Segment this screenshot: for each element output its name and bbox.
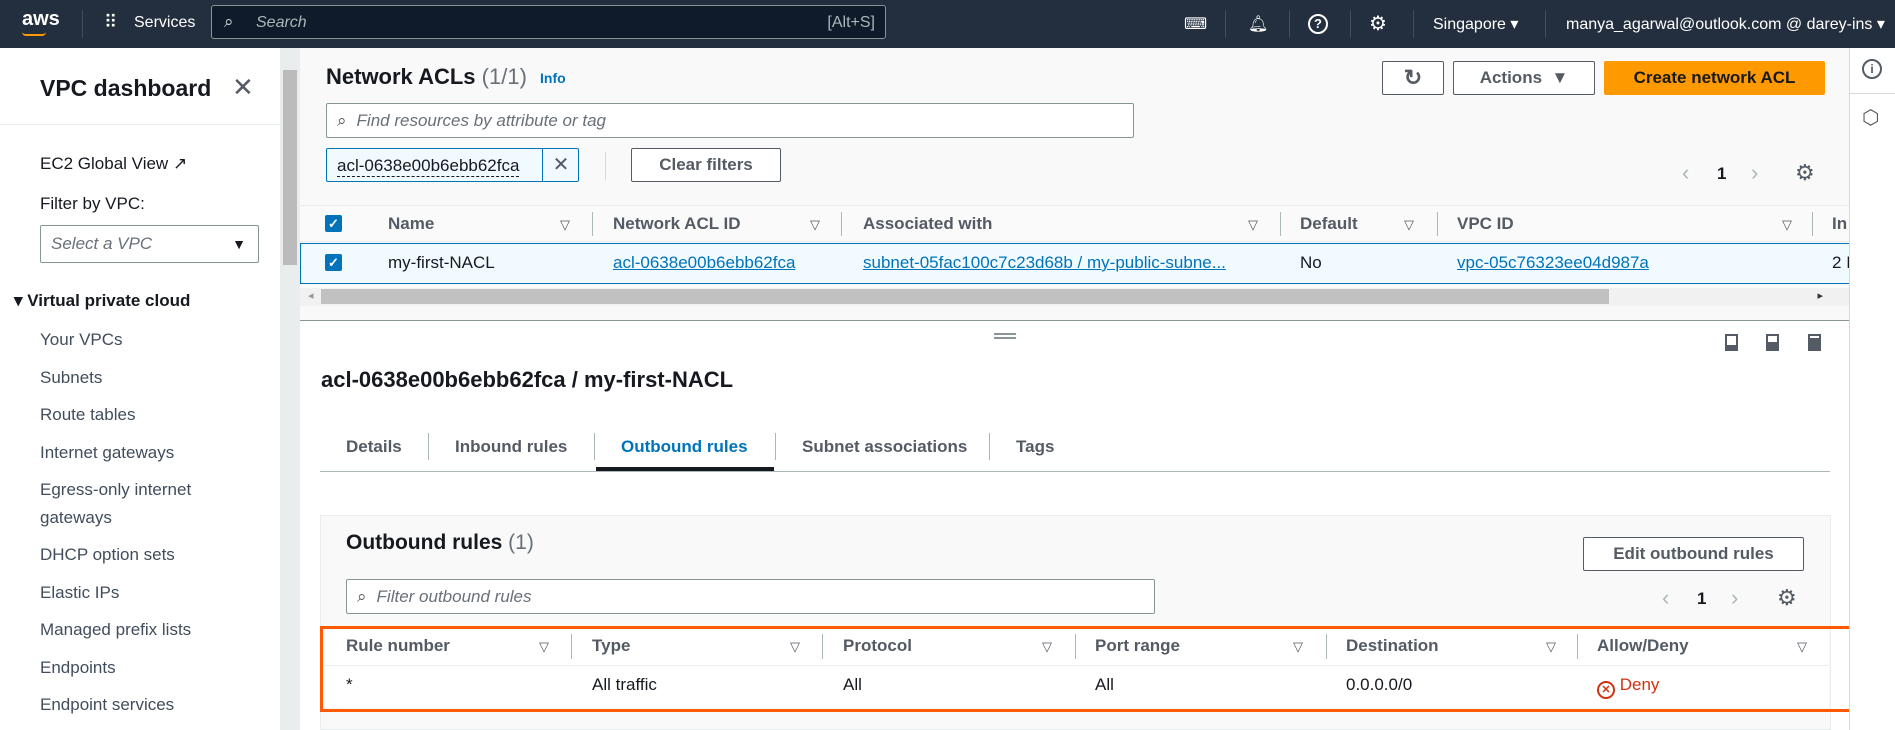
prev-page-icon[interactable]: ‹ xyxy=(1682,160,1689,186)
region-label: Singapore xyxy=(1433,16,1506,33)
col-name[interactable]: Name xyxy=(388,214,434,234)
sidebar-item-endpoints[interactable]: Endpoints xyxy=(40,658,116,678)
feedback-hexagon-icon[interactable]: ⬡ xyxy=(1862,105,1879,130)
sidebar-item-internet-gateways[interactable]: Internet gateways xyxy=(40,443,174,463)
col-inbound[interactable]: In xyxy=(1832,214,1849,234)
cell-associated-with[interactable]: subnet-05fac100c7c23d68b / my-public-sub… xyxy=(863,253,1226,273)
panel-side-icon[interactable] xyxy=(1766,334,1779,351)
row-checkbox[interactable]: ✓ xyxy=(325,254,342,271)
tab-outbound-rules[interactable]: Outbound rules xyxy=(621,437,748,457)
prev-page-icon[interactable]: ‹ xyxy=(1662,585,1669,611)
sidebar-item-endpoint-services[interactable]: Endpoint services xyxy=(40,695,174,715)
cell-name: my-first-NACL xyxy=(388,253,495,272)
drag-handle-icon[interactable] xyxy=(994,333,1016,339)
filter-by-vpc-label: Filter by VPC: xyxy=(40,194,145,213)
sidebar-item-egress-only[interactable]: Egress-only internet xyxy=(40,480,191,500)
create-network-acl-button[interactable]: Create network ACL xyxy=(1604,61,1825,95)
page-number[interactable]: 1 xyxy=(1717,164,1726,184)
outbound-rules-title: Outbound rules (1) xyxy=(346,531,534,554)
highlight-box xyxy=(320,626,1863,712)
vpc-select-placeholder: Select a VPC xyxy=(51,234,153,253)
sidebar-item-route-tables[interactable]: Route tables xyxy=(40,405,135,425)
right-rail: i ⬡ xyxy=(1849,48,1895,730)
cloudshell-icon[interactable]: ⌨ xyxy=(1184,14,1207,34)
aws-smile-icon xyxy=(22,32,46,36)
top-nav: aws ⠿ Services ⌕ Search [Alt+S] ⌨ 🔔︎ ? ⚙… xyxy=(0,0,1895,48)
aws-logo[interactable]: aws xyxy=(22,8,60,31)
col-vpc-id[interactable]: VPC ID xyxy=(1457,214,1514,234)
section-virtual-private-cloud[interactable]: ▾ Virtual private cloud xyxy=(14,291,190,311)
info-icon[interactable]: i xyxy=(1862,59,1882,79)
close-icon[interactable]: ✕ xyxy=(232,72,254,103)
detail-title: acl-0638e00b6ebb62fca / my-first-NACL xyxy=(321,367,734,392)
cell-default: No xyxy=(1300,253,1322,272)
cell-inbound: 2 I xyxy=(1832,253,1849,272)
resource-search-placeholder: Find resources by attribute or tag xyxy=(356,110,606,130)
sidebar-item-dhcp[interactable]: DHCP option sets xyxy=(40,545,175,565)
tab-details[interactable]: Details xyxy=(346,437,402,457)
vpc-select[interactable]: Select a VPC ▼ xyxy=(40,225,259,263)
sidebar: VPC dashboard ✕ EC2 Global View ↗ Filter… xyxy=(0,48,280,730)
bell-icon[interactable]: 🔔︎ xyxy=(1248,14,1268,34)
info-link[interactable]: Info xyxy=(540,70,566,86)
select-all-checkbox[interactable]: ✓ xyxy=(325,215,342,232)
tab-tags[interactable]: Tags xyxy=(1016,437,1054,457)
horizontal-scrollbar[interactable]: ◂ ▸ xyxy=(300,288,1849,306)
preferences-gear-icon[interactable]: ⚙ xyxy=(1795,160,1815,186)
ec2-global-view-link[interactable]: EC2 Global View ↗ xyxy=(40,154,187,174)
external-link-icon: ↗ xyxy=(172,154,188,173)
filter-token: acl-0638e00b6ebb62fca ✕ xyxy=(326,148,579,182)
count: (1/1) xyxy=(481,64,527,89)
caret-down-icon: ▼ xyxy=(232,236,246,252)
services-menu[interactable]: Services xyxy=(134,14,195,32)
resource-search-input[interactable]: ⌕ Find resources by attribute or tag xyxy=(326,103,1134,138)
sidebar-item-subnets[interactable]: Subnets xyxy=(40,368,102,388)
sidebar-item-egress-only-cont[interactable]: gateways xyxy=(40,508,112,528)
page-title: Network ACLs (1/1) xyxy=(326,64,527,89)
remove-filter-icon[interactable]: ✕ xyxy=(542,149,579,181)
sidebar-item-elastic-ips[interactable]: Elastic IPs xyxy=(40,583,119,603)
tab-inbound-rules[interactable]: Inbound rules xyxy=(455,437,567,457)
clear-filters-button[interactable]: Clear filters xyxy=(631,148,781,182)
region-selector[interactable]: Singapore ▾ xyxy=(1433,14,1518,34)
preferences-gear-icon[interactable]: ⚙ xyxy=(1777,585,1797,611)
search-icon: ⌕ xyxy=(337,110,347,130)
edit-outbound-rules-button[interactable]: Edit outbound rules xyxy=(1583,537,1804,571)
global-search-input[interactable]: ⌕ Search [Alt+S] xyxy=(211,5,886,39)
refresh-button[interactable]: ↻ xyxy=(1382,61,1444,95)
actions-button[interactable]: Actions ▼ xyxy=(1453,61,1595,95)
search-icon: ⌕ xyxy=(357,586,367,606)
scroll-thumb[interactable] xyxy=(321,289,1609,304)
search-placeholder: Search xyxy=(256,14,307,31)
grid-icon: ⠿ xyxy=(104,12,118,32)
cell-vpc-id[interactable]: vpc-05c76323ee04d987a xyxy=(1457,253,1649,273)
page-number[interactable]: 1 xyxy=(1697,589,1706,609)
next-page-icon[interactable]: › xyxy=(1731,585,1738,611)
sidebar-item-your-vpcs[interactable]: Your VPCs xyxy=(40,330,123,350)
tab-subnet-associations[interactable]: Subnet associations xyxy=(802,437,967,457)
next-page-icon[interactable]: › xyxy=(1751,160,1758,186)
account-menu[interactable]: manya_agarwal@outlook.com @ darey-ins ▾ xyxy=(1566,14,1885,34)
help-icon[interactable]: ? xyxy=(1308,14,1328,34)
filter-placeholder: Filter outbound rules xyxy=(376,586,532,606)
filter-token-label: acl-0638e00b6ebb62fca xyxy=(337,156,520,177)
panel-full-icon[interactable] xyxy=(1808,334,1821,351)
filter-outbound-rules-input[interactable]: ⌕ Filter outbound rules xyxy=(346,579,1155,614)
col-default[interactable]: Default xyxy=(1300,214,1358,234)
sidebar-item-managed-prefix-lists[interactable]: Managed prefix lists xyxy=(40,620,191,640)
account-label: manya_agarwal@outlook.com @ darey-ins xyxy=(1566,16,1873,33)
cell-network-acl-id[interactable]: acl-0638e00b6ebb62fca xyxy=(613,253,795,273)
table-header xyxy=(300,205,1849,242)
sidebar-title: VPC dashboard xyxy=(40,75,212,101)
search-shortcut: [Alt+S] xyxy=(827,14,875,31)
settings-icon[interactable]: ⚙ xyxy=(1369,11,1387,36)
sidebar-scroll-thumb[interactable] xyxy=(283,70,297,265)
search-icon: ⌕ xyxy=(224,12,234,31)
col-network-acl-id[interactable]: Network ACL ID xyxy=(613,214,741,234)
panel-bottom-icon[interactable] xyxy=(1725,334,1738,351)
col-associated-with[interactable]: Associated with xyxy=(863,214,992,234)
